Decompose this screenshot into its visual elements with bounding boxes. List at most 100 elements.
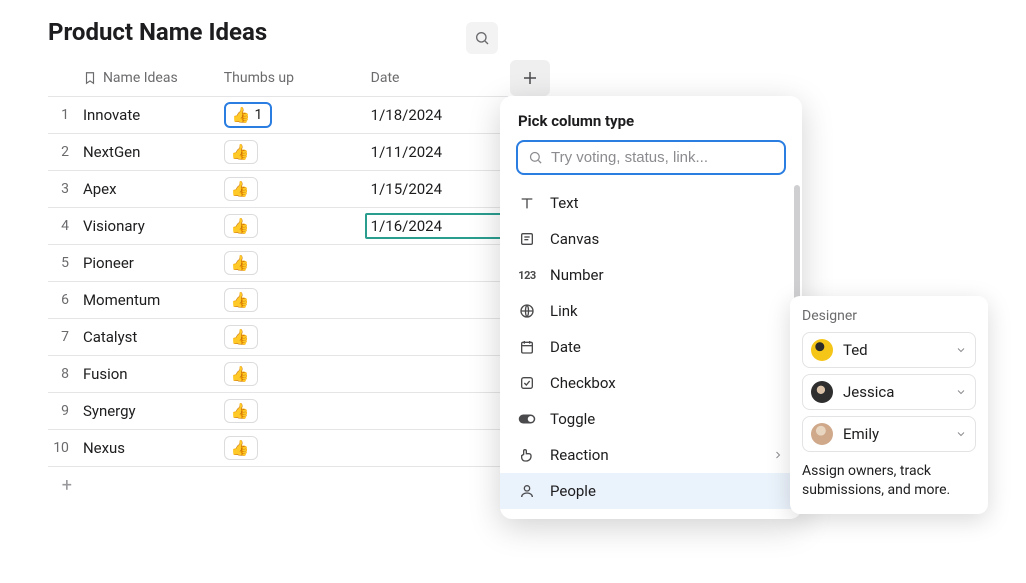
people-slot[interactable]: Emily <box>802 416 976 452</box>
people-slot[interactable]: Ted <box>802 332 976 368</box>
column-header-name[interactable]: Name Ideas <box>79 70 224 86</box>
column-type-checkbox[interactable]: Checkbox <box>500 365 802 401</box>
text-icon <box>518 195 536 211</box>
add-row-button[interactable]: + <box>48 467 508 503</box>
column-header-thumbs[interactable]: Thumbs up <box>224 70 365 86</box>
people-slot[interactable]: Jessica <box>802 374 976 410</box>
table-row[interactable]: 9 Synergy 👍 <box>48 393 508 430</box>
cell-thumbs[interactable]: 👍 <box>224 399 365 423</box>
cell-date[interactable] <box>365 370 508 378</box>
cell-date[interactable] <box>365 333 508 341</box>
row-number: 9 <box>48 403 79 419</box>
cell-thumbs[interactable]: 👍 <box>224 362 365 386</box>
cell-name[interactable]: Synergy <box>79 402 224 420</box>
thumbs-up-icon: 👍 <box>231 143 250 161</box>
row-number: 4 <box>48 218 79 234</box>
canvas-icon <box>518 231 536 247</box>
reaction-count: 1 <box>254 107 262 123</box>
table-row[interactable]: 7 Catalyst 👍 <box>48 319 508 356</box>
cell-name[interactable]: NextGen <box>79 143 224 161</box>
column-type-link[interactable]: Link <box>500 293 802 329</box>
chevron-down-icon <box>955 344 967 356</box>
table-row[interactable]: 2 NextGen 👍 1/11/2024 <box>48 134 508 171</box>
table-row[interactable]: 8 Fusion 👍 <box>48 356 508 393</box>
table-row[interactable]: 1 Innovate 👍 1 1/18/2024 <box>48 97 508 134</box>
cell-date[interactable] <box>365 444 508 452</box>
cell-thumbs[interactable]: 👍 1 <box>224 102 365 128</box>
column-type-number[interactable]: 123 Number <box>500 257 802 293</box>
reaction-chip[interactable]: 👍 <box>224 325 259 349</box>
thumbs-up-icon: 👍 <box>231 365 250 383</box>
cell-thumbs[interactable]: 👍 <box>224 325 365 349</box>
cell-date[interactable] <box>365 259 508 267</box>
reaction-chip[interactable]: 👍 <box>224 251 259 275</box>
cell-thumbs[interactable]: 👍 <box>224 288 365 312</box>
column-header-date[interactable]: Date <box>365 66 508 90</box>
plus-icon <box>521 69 539 87</box>
row-number: 10 <box>48 440 79 456</box>
column-type-people[interactable]: People <box>500 473 802 509</box>
cell-name[interactable]: Catalyst <box>79 328 224 346</box>
row-number: 2 <box>48 144 79 160</box>
reaction-chip[interactable]: 👍 <box>224 177 259 201</box>
cell-date[interactable]: 1/18/2024 <box>365 102 508 128</box>
row-number: 1 <box>48 107 79 123</box>
popover-title: Pick column type <box>500 112 802 140</box>
cell-date[interactable]: 1/11/2024 <box>365 139 508 165</box>
cell-thumbs[interactable]: 👍 <box>224 251 365 275</box>
column-type-canvas[interactable]: Canvas <box>500 221 802 257</box>
cell-date[interactable] <box>365 296 508 304</box>
cell-thumbs[interactable]: 👍 <box>224 436 365 460</box>
reaction-chip[interactable]: 👍 1 <box>224 102 273 128</box>
avatar <box>811 423 833 445</box>
cell-date[interactable] <box>365 407 508 415</box>
reaction-chip[interactable]: 👍 <box>224 436 259 460</box>
column-type-label: Canvas <box>550 230 599 248</box>
globe-icon <box>518 303 536 319</box>
column-type-popover: Pick column type Text Canvas 123 Number <box>500 96 802 519</box>
row-number: 5 <box>48 255 79 271</box>
row-number: 7 <box>48 329 79 345</box>
cell-date[interactable]: 1/15/2024 <box>365 176 508 202</box>
table-row[interactable]: 5 Pioneer 👍 <box>48 245 508 282</box>
column-header-name-label: Name Ideas <box>103 70 178 86</box>
column-type-toggle[interactable]: Toggle <box>500 401 802 437</box>
calendar-icon <box>518 339 536 355</box>
page-title: Product Name Ideas <box>48 18 1026 46</box>
column-type-date[interactable]: Date <box>500 329 802 365</box>
cell-thumbs[interactable]: 👍 <box>224 177 365 201</box>
table-row[interactable]: 3 Apex 👍 1/15/2024 <box>48 171 508 208</box>
cell-thumbs[interactable]: 👍 <box>224 214 365 238</box>
cell-name[interactable]: Nexus <box>79 439 224 457</box>
thumbs-up-icon: 👍 <box>231 217 250 235</box>
reaction-chip[interactable]: 👍 <box>224 214 259 238</box>
search-button[interactable] <box>466 22 498 54</box>
chevron-down-icon <box>955 428 967 440</box>
column-type-reaction[interactable]: Reaction <box>500 437 802 473</box>
designer-description: Assign owners, track submissions, and mo… <box>802 462 976 500</box>
popover-search-input[interactable] <box>551 149 774 166</box>
thumbs-up-icon: 👍 <box>231 328 250 346</box>
reaction-chip[interactable]: 👍 <box>224 362 259 386</box>
popover-search[interactable] <box>516 140 786 175</box>
cell-name[interactable]: Pioneer <box>79 254 224 272</box>
reaction-chip[interactable]: 👍 <box>224 399 259 423</box>
cell-name[interactable]: Visionary <box>79 217 224 235</box>
table-row[interactable]: 10 Nexus 👍 <box>48 430 508 467</box>
reaction-chip[interactable]: 👍 <box>224 140 259 164</box>
search-icon <box>528 150 543 165</box>
column-type-label: Number <box>550 266 604 284</box>
cell-name[interactable]: Innovate <box>79 106 224 124</box>
column-type-text[interactable]: Text <box>500 185 802 221</box>
table-row[interactable]: 4 Visionary 👍 1/16/2024 <box>48 208 508 245</box>
cell-name[interactable]: Apex <box>79 180 224 198</box>
cell-name[interactable]: Fusion <box>79 365 224 383</box>
cell-thumbs[interactable]: 👍 <box>224 140 365 164</box>
cell-date[interactable]: 1/16/2024 <box>365 213 508 239</box>
table-row[interactable]: 6 Momentum 👍 <box>48 282 508 319</box>
cell-name[interactable]: Momentum <box>79 291 224 309</box>
column-type-list: Text Canvas 123 Number Link Date Checkbo… <box>500 185 802 509</box>
reaction-chip[interactable]: 👍 <box>224 288 259 312</box>
designer-title: Designer <box>802 308 976 324</box>
add-column-button[interactable] <box>510 60 550 96</box>
